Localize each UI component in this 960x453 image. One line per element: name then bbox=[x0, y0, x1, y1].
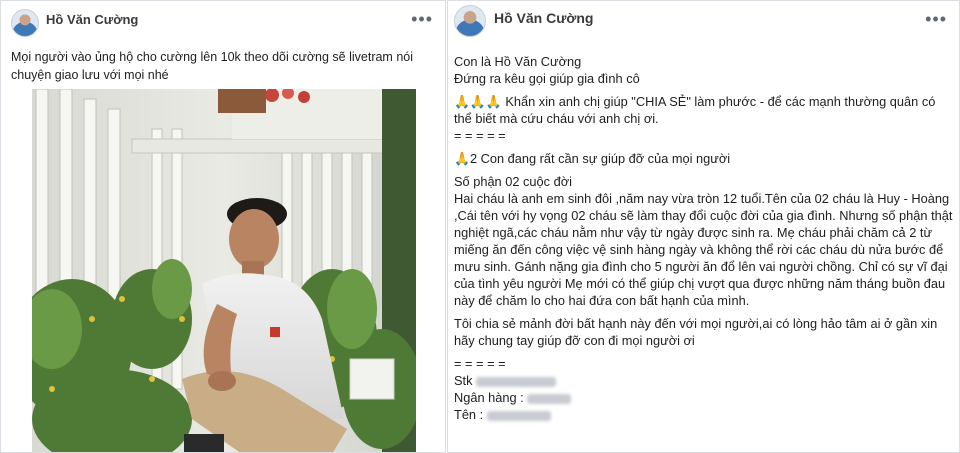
post-line: Đứng ra kêu gọi giúp gia đình cô bbox=[454, 71, 640, 86]
right-post: Hồ Văn Cường ••• Con là Hồ Văn Cường Đứn… bbox=[447, 0, 960, 453]
name-line: Tên : bbox=[454, 406, 954, 423]
author-name[interactable]: Hồ Văn Cường bbox=[494, 10, 593, 26]
left-post: Hồ Văn Cường ••• Mọi người vào ủng hộ ch… bbox=[0, 0, 446, 453]
redacted-value bbox=[527, 393, 572, 404]
post-line: Số phận 02 cuộc đời bbox=[454, 174, 572, 189]
more-options-icon[interactable]: ••• bbox=[411, 9, 433, 30]
separator: = = = = = bbox=[454, 128, 506, 143]
avatar[interactable] bbox=[11, 9, 39, 37]
post-header: Hồ Văn Cường ••• bbox=[1, 1, 445, 43]
bank-line: Ngân hàng : bbox=[454, 389, 954, 406]
praying-hands-icon: 🙏🙏🙏 bbox=[454, 94, 502, 109]
post-body: Con là Hồ Văn Cường Đứng ra kêu gọi giúp… bbox=[454, 53, 954, 423]
post-line: Con là Hồ Văn Cường bbox=[454, 54, 582, 69]
redacted-value bbox=[476, 376, 557, 387]
post-line: 🙏🙏🙏 Khẩn xin anh chị giúp "CHIA SẺ" làm … bbox=[454, 93, 954, 127]
avatar[interactable] bbox=[454, 5, 486, 37]
praying-hands-icon: 🙏 bbox=[454, 151, 470, 166]
bank-label: Ngân hàng : bbox=[454, 390, 524, 405]
account-number-label: Stk bbox=[454, 373, 473, 388]
boy-in-garden-photo bbox=[32, 89, 416, 452]
post-header: Hồ Văn Cường ••• bbox=[448, 1, 959, 43]
post-paragraph: Hai cháu là anh em sinh đôi ,năm nay vừa… bbox=[454, 191, 953, 308]
post-line: 🙏2 Con đang rất cần sự giúp đỡ của mọi n… bbox=[454, 150, 954, 167]
account-number-line: Stk bbox=[454, 372, 954, 389]
more-options-icon[interactable]: ••• bbox=[925, 9, 947, 30]
separator: = = = = = bbox=[454, 356, 506, 371]
post-line-text: Khẩn xin anh chị giúp "CHIA SẺ" làm phướ… bbox=[454, 94, 936, 126]
redacted-value bbox=[486, 410, 551, 421]
post-line-text: 2 Con đang rất cần sự giúp đỡ của mọi ng… bbox=[469, 151, 731, 166]
name-label: Tên : bbox=[454, 407, 484, 422]
post-paragraph: Tôi chia sẻ mảnh đời bất hạnh này đến vớ… bbox=[454, 316, 938, 348]
post-caption: Mọi người vào ủng hộ cho cường lên 10k t… bbox=[11, 50, 413, 82]
author-name[interactable]: Hồ Văn Cường bbox=[46, 12, 138, 27]
post-photo[interactable] bbox=[32, 89, 416, 452]
